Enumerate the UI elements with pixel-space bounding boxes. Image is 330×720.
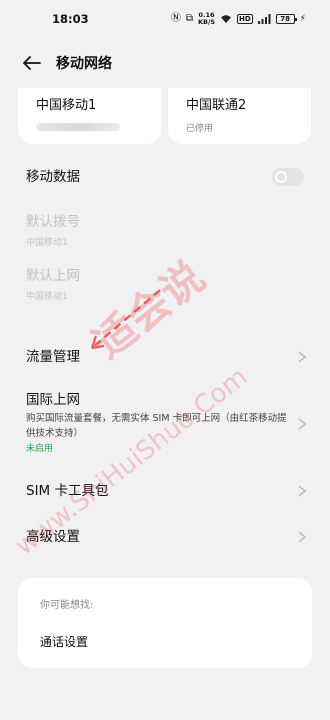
- back-button[interactable]: [10, 40, 54, 86]
- back-arrow-icon: [23, 56, 41, 70]
- default-internet-value: 中国移动1: [26, 292, 68, 302]
- default-calls-label: 默认拨号: [26, 214, 80, 230]
- sim-card-1[interactable]: 中国移动1: [18, 88, 161, 144]
- intl-roaming-label: 国际上网: [26, 392, 80, 408]
- status-bar: 18:03 Ⓝ ⧉ 0.16 KB/S HD 78 ⚡: [0, 0, 330, 38]
- vibrate-icon: ⧉: [185, 13, 193, 24]
- sim-1-name: 中国移动1: [36, 98, 97, 113]
- chevron-right-icon: [298, 485, 306, 497]
- intl-roaming-desc: 购买国际流量套餐，无需实体 SIM 卡即可上网（由红茶移动提供技术支持）: [26, 413, 287, 439]
- mobile-data-label: 移动数据: [26, 169, 80, 185]
- chevron-right-icon: [298, 531, 306, 543]
- data-usage-row[interactable]: 流量管理: [0, 342, 330, 372]
- chevron-right-icon: [298, 418, 306, 430]
- mobile-data-row: 移动数据: [0, 162, 330, 192]
- battery-icon: 78: [275, 14, 297, 24]
- suggestion-call-settings[interactable]: 通话设置: [40, 633, 312, 650]
- battery-level: 78: [280, 15, 291, 23]
- signal-icon: [257, 14, 271, 24]
- header: 移动网络: [0, 40, 330, 86]
- network-speed: 0.16 KB/S: [198, 12, 215, 26]
- network-speed-unit: KB/S: [197, 18, 215, 26]
- status-time: 18:03: [52, 12, 89, 26]
- suggestions-title: 你可能想找:: [40, 600, 94, 611]
- sim-2-name: 中国联通2: [186, 98, 247, 113]
- mobile-data-toggle[interactable]: [272, 168, 304, 186]
- status-icons: Ⓝ ⧉ 0.16 KB/S HD 78 ⚡: [171, 12, 306, 26]
- default-calls-row: 默认拨号 中国移动1: [0, 210, 330, 248]
- wifi-icon: [221, 15, 231, 23]
- intl-roaming-row[interactable]: 国际上网 购买国际流量套餐，无需实体 SIM 卡即可上网（由红茶移动提供技术支持…: [0, 388, 330, 460]
- chevron-right-icon: [298, 351, 306, 363]
- sim-toolkit-label: SIM 卡工具包: [26, 483, 109, 499]
- data-usage-label: 流量管理: [26, 349, 80, 365]
- sim-2-status: 已停用: [186, 124, 214, 134]
- advanced-settings-label: 高级设置: [26, 529, 80, 545]
- sim-card-2[interactable]: 中国联通2 已停用: [168, 88, 311, 144]
- hd-badge: HD: [237, 14, 253, 24]
- sim-1-number-redacted: [36, 123, 120, 131]
- suggestions-card: 你可能想找: 通话设置: [18, 578, 312, 668]
- default-calls-value: 中国移动1: [26, 238, 68, 248]
- sim-toolkit-row[interactable]: SIM 卡工具包: [0, 476, 330, 506]
- toggle-knob: [275, 171, 287, 183]
- charging-icon: ⚡: [299, 14, 306, 24]
- default-internet-label: 默认上网: [26, 268, 80, 284]
- nfc-icon: Ⓝ: [170, 13, 181, 24]
- page-title: 移动网络: [56, 56, 112, 72]
- intl-roaming-status: 未启用: [26, 444, 54, 454]
- default-internet-row: 默认上网 中国移动1: [0, 264, 330, 302]
- advanced-settings-row[interactable]: 高级设置: [0, 522, 330, 552]
